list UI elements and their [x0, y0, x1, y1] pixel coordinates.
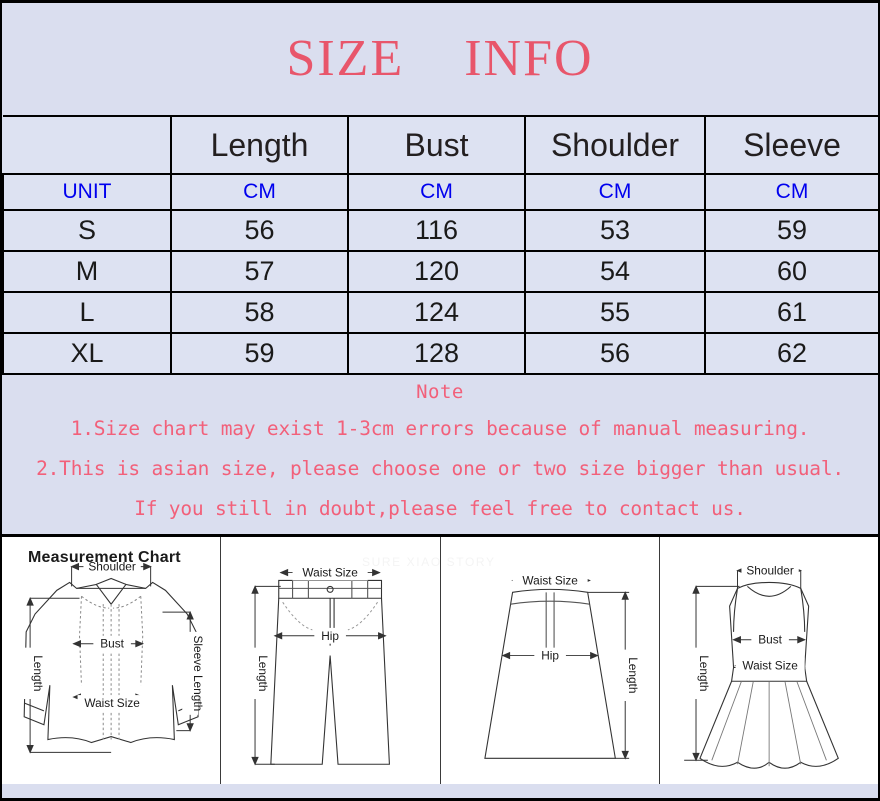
column-header-bust: Bust: [347, 115, 526, 175]
diagram-skirt: Waist Size Hip Length: [441, 537, 660, 784]
cell-shoulder: 53: [524, 209, 706, 252]
table-row: M 57 120 54 60: [2, 250, 880, 293]
cell-shoulder: 55: [524, 291, 706, 334]
dress-measurement-icon: Shoulder Bust Waist Size Length: [683, 562, 839, 769]
table-row: S 56 116 53 59: [2, 209, 880, 252]
unit-length: CM: [170, 173, 349, 211]
cell-bust: 128: [347, 332, 526, 375]
measurement-chart-heading: Measurement Chart: [28, 549, 181, 566]
unit-row: UNIT CM CM CM CM: [2, 173, 880, 211]
cell-size: S: [2, 209, 172, 252]
diagram-dress: Shoulder Bust Waist Size Length: [660, 537, 878, 784]
note-line-2: 2.This is asian size, please choose one …: [36, 457, 844, 480]
shirt-bust-label: Bust: [100, 637, 124, 651]
cell-size: L: [2, 291, 172, 334]
table-row: L 58 124 55 61: [2, 291, 880, 334]
column-header-length: Length: [170, 115, 349, 175]
cell-length: 57: [170, 250, 349, 293]
cell-size: XL: [2, 332, 172, 375]
diagram-row: Shoulder Bust Waist Size Length Sleeve L…: [2, 537, 878, 784]
size-info-page: SIZE INFO Length Bust Shoulder Sleeve UN…: [0, 0, 880, 801]
diagram-pants: Waist Size Hip Length: [221, 537, 441, 784]
unit-bust: CM: [347, 173, 526, 211]
page-title: SIZE INFO: [286, 30, 594, 87]
shirt-sleeve-label: Sleeve Length: [191, 635, 205, 711]
shirt-waist-label: Waist Size: [84, 696, 140, 710]
dress-waist-label: Waist Size: [742, 658, 798, 672]
diagram-shirt: Shoulder Bust Waist Size Length Sleeve L…: [2, 537, 222, 784]
dress-length-label: Length: [697, 655, 711, 691]
pants-waist-label: Waist Size: [303, 566, 359, 580]
unit-label: UNIT: [2, 173, 172, 211]
cell-size: M: [2, 250, 172, 293]
cell-bust: 116: [347, 209, 526, 252]
cell-sleeve: 61: [704, 291, 880, 334]
skirt-length-label: Length: [626, 657, 640, 693]
measurement-chart-section: Measurement Chart Shoulder Bust Waist Si…: [2, 534, 878, 784]
pants-length-label: Length: [256, 655, 270, 691]
unit-sleeve: CM: [704, 173, 880, 211]
title-band: SIZE INFO: [2, 3, 878, 115]
cell-sleeve: 60: [704, 250, 880, 293]
cell-length: 58: [170, 291, 349, 334]
unit-shoulder: CM: [524, 173, 706, 211]
note-heading: Note: [416, 381, 464, 403]
cell-sleeve: 59: [704, 209, 880, 252]
size-table: Length Bust Shoulder Sleeve UNIT CM CM C…: [2, 115, 880, 375]
shirt-measurement-icon: Shoulder Bust Waist Size Length Sleeve L…: [22, 558, 205, 754]
cell-length: 59: [170, 332, 349, 375]
cell-bust: 120: [347, 250, 526, 293]
table-row: XL 59 128 56 62: [2, 332, 880, 375]
pants-measurement-icon: Waist Size Hip Length: [247, 564, 391, 766]
cell-shoulder: 56: [524, 332, 706, 375]
cell-shoulder: 54: [524, 250, 706, 293]
column-header-sleeve: Sleeve: [704, 115, 880, 175]
pants-hip-label: Hip: [321, 629, 339, 643]
table-header-row: Length Bust Shoulder Sleeve: [3, 115, 880, 175]
column-header-size: [3, 115, 172, 175]
cell-bust: 124: [347, 291, 526, 334]
column-header-shoulder: Shoulder: [524, 115, 706, 175]
skirt-hip-label: Hip: [541, 649, 559, 663]
skirt-waist-label: Waist Size: [522, 573, 578, 587]
cell-length: 56: [170, 209, 349, 252]
skirt-measurement-icon: Waist Size Hip Length: [483, 572, 640, 760]
note-line-3: If you still in doubt,please feel free t…: [134, 497, 746, 520]
dress-bust-label: Bust: [758, 633, 782, 647]
note-line-1: 1.Size chart may exist 1-3cm errors beca…: [70, 417, 810, 440]
cell-sleeve: 62: [704, 332, 880, 375]
note-block: Note 1.Size chart may exist 1-3cm errors…: [2, 375, 878, 534]
shirt-length-label: Length: [31, 655, 45, 691]
dress-shoulder-label: Shoulder: [746, 564, 793, 578]
